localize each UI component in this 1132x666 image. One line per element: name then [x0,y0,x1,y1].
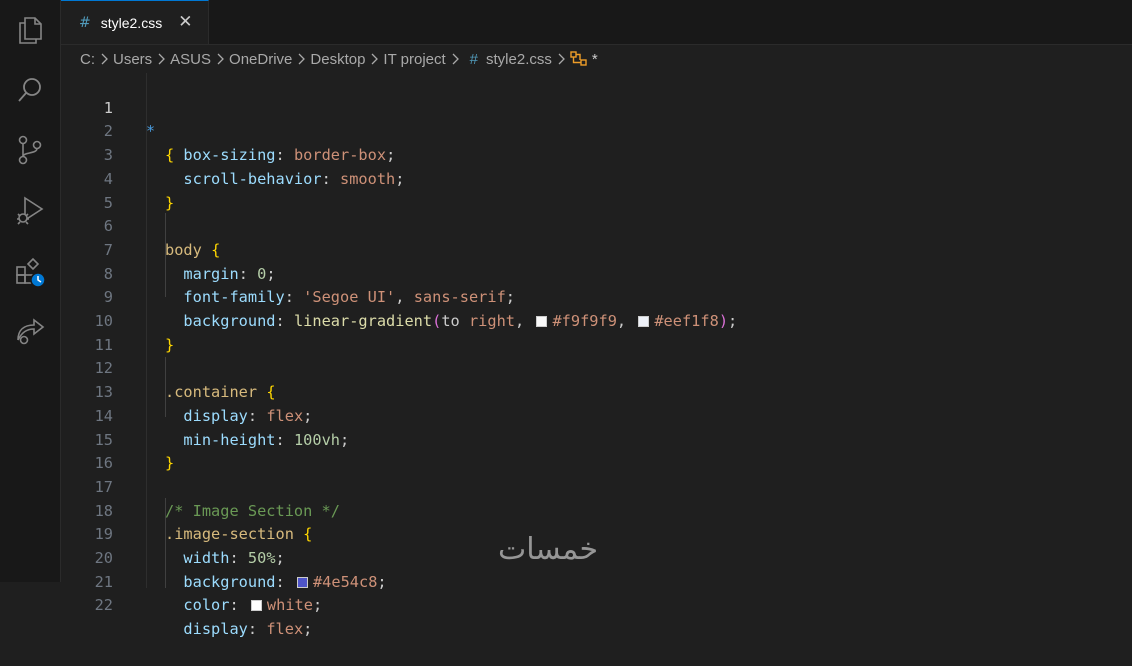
chevron-right-icon [557,53,565,65]
chevron-right-icon [216,53,224,65]
tab-style2-css[interactable]: # style2.css ✕ [61,0,209,44]
code-line: 16 [61,429,1132,472]
code-line: 11 [61,310,1132,354]
code-line: 2 box-sizing: border-box; [61,97,1132,164]
line-number: 22 [94,596,113,615]
code-line: 12 .container { [61,334,1132,401]
code-line: 1 * { [61,73,1132,164]
chevron-right-icon [100,53,108,65]
code-line: 19 width: 50%; [61,500,1132,567]
color-swatch[interactable] [250,600,262,612]
css-file-icon: # [469,50,479,68]
code-line: 17 /* Image Section */ [61,452,1132,520]
token: flex [266,620,304,639]
code-line: 6 body { [61,192,1132,259]
breadcrumb-file[interactable]: style2.css [486,51,552,68]
breadcrumb-item[interactable]: C: [80,51,95,68]
close-icon[interactable]: ✕ [178,14,192,31]
code-line: 9 background: linear-gradient(to right, … [61,263,1132,330]
watermark: خمسات [498,532,599,567]
code-line: 13 display: flex; [61,357,1132,425]
extensions-icon[interactable] [12,254,48,290]
breadcrumb: C: Users ASUS OneDrive Desktop IT projec… [61,45,1132,73]
search-icon[interactable] [12,72,48,108]
remote-icon[interactable] [12,312,48,348]
breadcrumb-item[interactable]: ASUS [170,51,211,68]
code-line: 5 [61,168,1132,212]
code-line: 22 display: flex; [61,571,1132,638]
breadcrumb-symbol[interactable]: * [592,51,598,68]
token: display [183,620,248,639]
breadcrumb-item[interactable]: Users [113,51,152,68]
chevron-right-icon [370,53,379,65]
code-line: 4 } [61,144,1132,212]
activity-bar [0,0,61,582]
token: color [183,596,230,615]
css-file-icon: # [79,14,91,31]
chevron-right-icon [157,53,166,65]
code-line: 10 } [61,286,1132,354]
tab-bar: # style2.css ✕ [61,0,1132,45]
files-icon[interactable] [12,12,48,48]
selector-icon [570,51,588,67]
breadcrumb-item[interactable]: Desktop [310,51,365,68]
chevron-right-icon [297,53,306,65]
code-line: 7 margin: 0; [61,215,1132,283]
run-debug-icon[interactable] [12,192,48,228]
code-editor[interactable]: 1 * { 2 box-sizing: border-box; 3 scroll… [61,73,1132,638]
source-control-icon[interactable] [12,132,48,168]
breadcrumb-item[interactable]: IT project [383,51,445,68]
code-line: 3 scroll-behavior: smooth; [61,120,1132,188]
token: white [266,596,313,615]
tab-label: style2.css [100,14,163,31]
code-line: 8 font-family: 'Segoe UI', sans-serif; [61,239,1132,307]
chevron-right-icon [451,53,459,65]
code-line: 14 min-height: 100vh; [61,381,1132,449]
code-line: 15 } [61,405,1132,473]
code-line: 18 .image-section { [61,476,1132,544]
breadcrumb-item[interactable]: OneDrive [229,51,292,68]
